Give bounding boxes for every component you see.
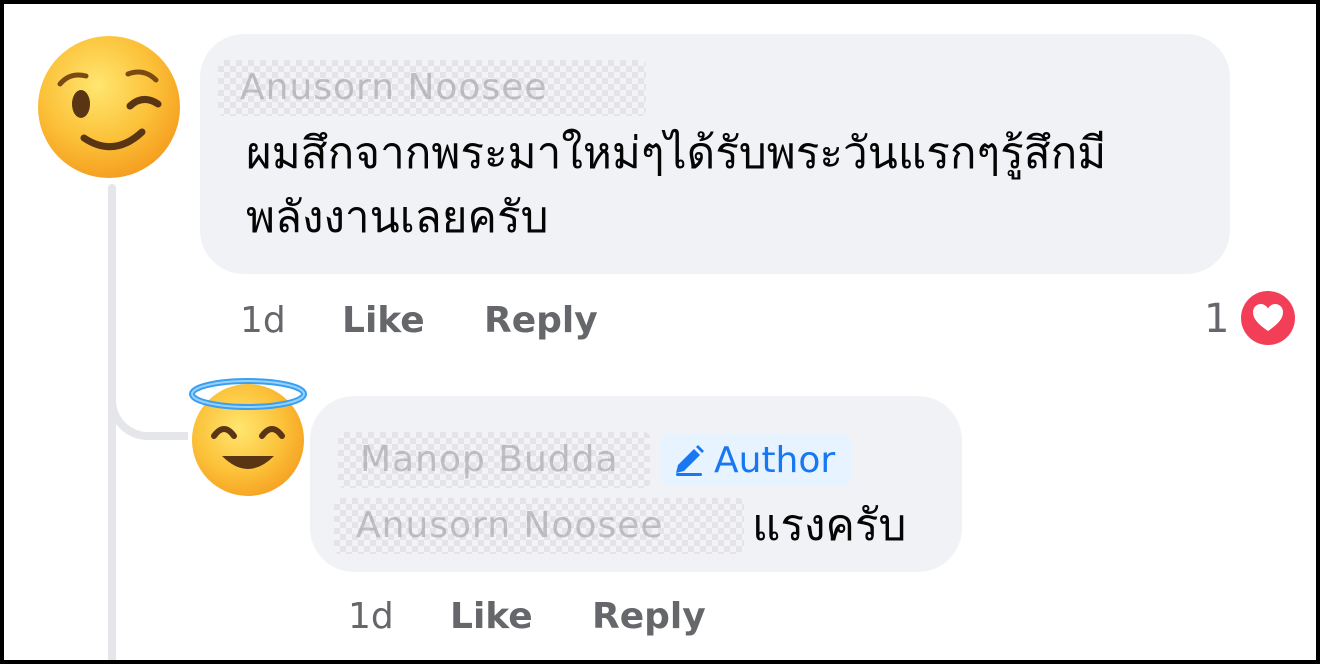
comment-timestamp[interactable]: 1d	[240, 300, 286, 341]
commenter-avatar[interactable]	[36, 34, 182, 180]
reply-reply-button[interactable]: Reply	[592, 596, 706, 637]
winking-face-emoji-icon	[38, 36, 180, 178]
comment-thread: Anusorn Noosee ผมสึกจากพระมาใหม่ๆได้รับพ…	[4, 4, 1316, 660]
mention-tag[interactable]: Anusorn Noosee	[334, 498, 744, 554]
comment-text: ผมสึกจากพระมาใหม่ๆได้รับพระวันแรกๆรู้สึก…	[246, 128, 1107, 243]
reply-text: แรงครับ	[752, 500, 907, 551]
reaction-count[interactable]: 1	[1204, 296, 1229, 342]
commenter-name[interactable]: Anusorn Noosee	[218, 60, 646, 116]
author-badge-label: Author	[714, 439, 836, 481]
pencil-icon	[676, 445, 704, 476]
author-badge: Author	[660, 434, 852, 486]
thread-connector-curve	[108, 374, 188, 440]
reply-author-name[interactable]: Manop Budda	[338, 432, 650, 488]
reply-author-avatar[interactable]	[188, 374, 310, 498]
comment-like-button[interactable]: Like	[342, 300, 425, 341]
reply-timestamp[interactable]: 1d	[348, 596, 394, 637]
heart-icon[interactable]	[1240, 290, 1296, 346]
comment-reply-button[interactable]: Reply	[484, 300, 598, 341]
reply-like-button[interactable]: Like	[450, 596, 533, 637]
smiling-face-with-halo-emoji-icon	[189, 378, 307, 496]
